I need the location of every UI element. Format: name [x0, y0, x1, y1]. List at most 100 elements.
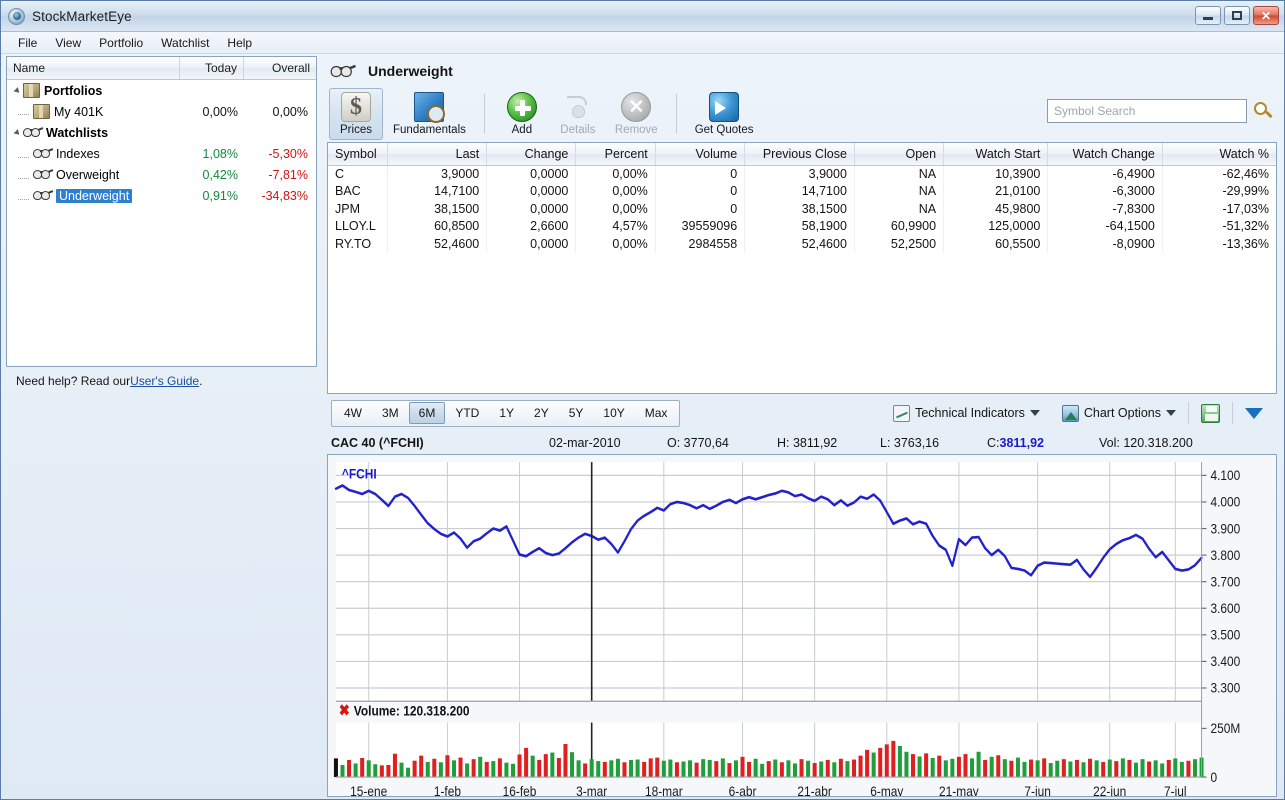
period-10y[interactable]: 10Y — [593, 402, 634, 424]
cell-open: NA — [854, 182, 945, 200]
users-guide-link[interactable]: User's Guide — [130, 374, 199, 388]
svg-text:3.500: 3.500 — [1210, 627, 1240, 643]
refresh-quotes-icon — [709, 92, 740, 122]
menu-item-portfolio[interactable]: Portfolio — [90, 34, 152, 52]
cell-watch-change: -8,0900 — [1047, 235, 1163, 253]
navigation-tree-panel: Name Today Overall Portfolios My 401K 0,… — [6, 56, 317, 367]
get-quotes-button[interactable]: Get Quotes — [687, 88, 762, 140]
svg-text:1-feb: 1-feb — [434, 783, 461, 796]
tree-column-overall[interactable]: Overall — [244, 57, 316, 79]
period-ytd[interactable]: YTD — [445, 402, 489, 424]
menu-item-file[interactable]: File — [9, 34, 46, 52]
tree-item-overweight[interactable]: Overweight 0,42% -7,81% — [7, 164, 316, 185]
tree-item-label: Underweight — [56, 188, 133, 203]
tree-item-overall: 0,00% — [272, 104, 308, 119]
cell-watch-start: 125,0000 — [943, 217, 1049, 235]
col-last[interactable]: Last — [387, 143, 488, 166]
cell-percent: 0,00% — [575, 235, 656, 253]
fundamentals-button[interactable]: Fundamentals — [385, 88, 474, 140]
table-row[interactable]: JPM 38,1500 0,0000 0,00% 0 38,1500 NA 45… — [328, 200, 1276, 218]
chevron-down-icon[interactable] — [1166, 410, 1176, 416]
menu-item-view[interactable]: View — [46, 34, 90, 52]
cell-volume: 2984558 — [655, 235, 746, 253]
expander-icon[interactable] — [13, 128, 22, 137]
table-row[interactable]: C 3,9000 0,0000 0,00% 0 3,9000 NA 10,390… — [328, 165, 1276, 183]
col-watch-pct[interactable]: Watch % — [1162, 143, 1276, 166]
chart-close-label: C: — [987, 436, 1000, 450]
tree-item-my-401k[interactable]: My 401K 0,00% 0,00% — [7, 101, 316, 122]
col-volume[interactable]: Volume — [655, 143, 746, 166]
window-controls: ✕ — [1195, 6, 1279, 25]
chart-close-value: 3811,92 — [999, 436, 1045, 450]
col-watch-change[interactable]: Watch Change — [1047, 143, 1163, 166]
period-3m[interactable]: 3M — [372, 402, 409, 424]
cell-previous-close: 52,4600 — [744, 235, 855, 253]
cell-change: 0,0000 — [486, 235, 577, 253]
chart-toolbar-separator — [1188, 402, 1189, 424]
period-1y[interactable]: 1Y — [489, 402, 524, 424]
col-symbol[interactable]: Symbol — [328, 143, 389, 166]
col-percent[interactable]: Percent — [575, 143, 656, 166]
table-row[interactable]: RY.TO 52,4600 0,0000 0,00% 2984558 52,46… — [328, 235, 1276, 253]
cell-watch-change: -6,4900 — [1047, 165, 1163, 183]
menu-item-help[interactable]: Help — [218, 34, 261, 52]
maximize-button[interactable] — [1224, 6, 1250, 25]
app-window: StockMarketEye ✕ File View Portfolio Wat… — [0, 0, 1285, 800]
chart-canvas[interactable]: 4.100 4.000 3.900 3.800 3.700 3.600 3.500 3.400… — [327, 454, 1277, 797]
cell-symbol: C — [328, 165, 389, 183]
tree-item-portfolios[interactable]: Portfolios — [7, 80, 316, 101]
add-button[interactable]: Add — [495, 88, 549, 140]
tree-item-watchlists[interactable]: Watchlists — [7, 122, 316, 143]
svg-text:6-abr: 6-abr — [729, 783, 757, 796]
cell-previous-close: 14,7100 — [744, 182, 855, 200]
cell-change: 2,6600 — [486, 217, 577, 235]
technical-indicators-menu[interactable]: Technical Indicators — [893, 404, 1040, 422]
main-body: Name Today Overall Portfolios My 401K 0,… — [1, 54, 1284, 799]
period-2y[interactable]: 2Y — [524, 402, 559, 424]
menu-item-watchlist[interactable]: Watchlist — [152, 34, 218, 52]
chevron-down-icon[interactable] — [1245, 407, 1263, 419]
content-panel: Underweight $ Prices Fundamentals Add De… — [321, 54, 1281, 799]
cell-percent: 0,00% — [575, 200, 656, 218]
tree-column-today[interactable]: Today — [180, 57, 244, 79]
period-4w[interactable]: 4W — [334, 402, 372, 424]
book-magnifier-icon — [414, 92, 446, 123]
cell-symbol: JPM — [328, 200, 389, 218]
quotes-table: Symbol Last Change Percent Volume Previo… — [328, 143, 1276, 253]
cell-watch-pct: -17,03% — [1222, 201, 1269, 216]
svg-text:3.900: 3.900 — [1210, 520, 1240, 536]
period-5y[interactable]: 5Y — [559, 402, 594, 424]
period-max[interactable]: Max — [635, 402, 678, 424]
cell-open: 52,2500 — [854, 235, 945, 253]
magnifier-icon[interactable] — [1254, 101, 1273, 121]
period-6m[interactable]: 6M — [408, 402, 446, 424]
close-button[interactable]: ✕ — [1253, 6, 1279, 25]
details-label: Details — [560, 124, 596, 136]
chevron-down-icon[interactable] — [1029, 410, 1040, 416]
tree-item-label: Watchlists — [46, 125, 109, 140]
minimize-button[interactable] — [1195, 6, 1221, 25]
svg-text:6-may: 6-may — [870, 783, 903, 796]
expander-icon[interactable] — [13, 86, 22, 95]
cell-last: 52,4600 — [387, 235, 488, 253]
table-row[interactable]: LLOY.L 60,8500 2,6600 4,57% 39559096 58,… — [328, 217, 1276, 235]
save-icon[interactable] — [1201, 403, 1220, 423]
col-change[interactable]: Change — [486, 143, 577, 166]
cell-open: NA — [854, 200, 945, 218]
glasses-icon — [23, 127, 44, 138]
action-toolbar: $ Prices Fundamentals Add Details ✕ Remo… — [325, 86, 1279, 142]
prices-button[interactable]: $ Prices — [329, 88, 383, 140]
table-row[interactable]: BAC 14,7100 0,0000 0,00% 0 14,7100 NA 21… — [328, 182, 1276, 200]
remove-circle-icon: ✕ — [621, 92, 652, 122]
price-volume-chart: 4.100 4.000 3.900 3.800 3.700 3.600 3.500 3.400… — [333, 462, 1240, 796]
watchlist-title-bar: Underweight — [325, 56, 1279, 86]
chart-options-menu[interactable]: Chart Options — [1061, 404, 1176, 422]
tree-item-underweight[interactable]: Underweight 0,91% -34,83% — [7, 185, 316, 206]
tree-item-indexes[interactable]: Indexes 1,08% -5,30% — [7, 143, 316, 164]
col-previous-close[interactable]: Previous Close — [744, 143, 855, 166]
search-input[interactable] — [1047, 99, 1247, 123]
cell-watch-pct: -29,99% — [1222, 184, 1269, 199]
col-open[interactable]: Open — [854, 143, 945, 166]
col-watch-start[interactable]: Watch Start — [943, 143, 1049, 166]
tree-column-name[interactable]: Name — [7, 57, 180, 79]
